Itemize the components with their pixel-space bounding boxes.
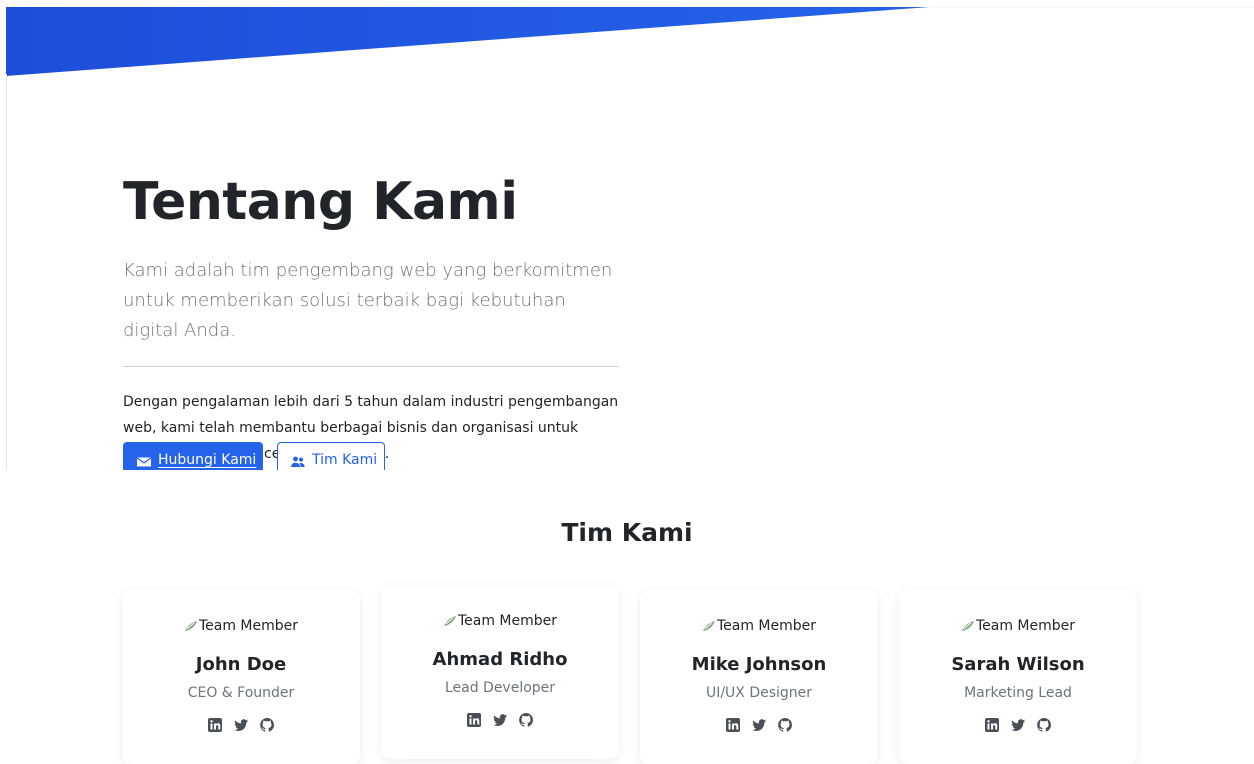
member-social-links [640, 717, 878, 733]
linkedin-icon[interactable] [984, 717, 1000, 733]
team-section-title: Tim Kami [561, 518, 693, 547]
linkedin-icon[interactable] [725, 717, 741, 733]
our-team-button[interactable]: Tim Kami [277, 442, 385, 470]
photo-alt-text: Team Member [975, 618, 1076, 634]
photo-alt-text: Team Member [457, 613, 558, 629]
member-name: Ahmad Ridho [432, 649, 568, 670]
twitter-icon[interactable] [751, 717, 767, 733]
broken-image-icon [443, 616, 456, 626]
team-member-photo: Team Member [961, 616, 1075, 636]
photo-alt-text: Team Member [716, 618, 817, 634]
hero-lead-text: Kami adalah tim pengembang web yang berk… [123, 260, 613, 341]
twitter-icon[interactable] [1010, 717, 1026, 733]
github-icon[interactable] [1036, 717, 1052, 733]
contact-us-label: Hubungi Kami [158, 452, 257, 468]
envelope-icon [136, 454, 152, 470]
hero-section: Tentang Kami Kami adalah tim pengembang … [0, 0, 1254, 470]
hero-left-border [6, 74, 7, 470]
hero-content: Tentang Kami Kami adalah tim pengembang … [123, 170, 643, 467]
member-role: Lead Developer [444, 680, 556, 696]
contact-us-button[interactable]: Hubungi Kami [123, 442, 263, 470]
member-role: CEO & Founder [187, 685, 295, 701]
team-card: Team Member Ahmad Ridho Lead Developer [381, 585, 619, 759]
twitter-icon[interactable] [233, 717, 249, 733]
member-role: UI/UX Designer [705, 685, 813, 701]
linkedin-icon[interactable] [466, 712, 482, 728]
team-card: Team Member Sarah Wilson Marketing Lead [899, 590, 1137, 764]
member-name: John Doe [195, 654, 287, 675]
team-member-photo: Team Member [443, 611, 557, 631]
people-icon [290, 454, 306, 470]
member-social-links [381, 712, 619, 728]
github-icon[interactable] [518, 712, 534, 728]
broken-image-icon [702, 621, 715, 631]
our-team-label: Tim Kami [312, 452, 378, 468]
github-icon[interactable] [777, 717, 793, 733]
broken-image-icon [961, 621, 974, 631]
member-social-links [899, 717, 1137, 733]
linkedin-icon[interactable] [207, 717, 223, 733]
github-icon[interactable] [259, 717, 275, 733]
hero-divider [123, 366, 619, 367]
member-name: Sarah Wilson [951, 654, 1085, 675]
team-member-photo: Team Member [702, 616, 816, 636]
member-role: Marketing Lead [964, 685, 1072, 701]
team-card: Team Member Mike Johnson UI/UX Designer [640, 590, 878, 764]
member-social-links [122, 717, 360, 733]
broken-image-icon [184, 621, 197, 631]
team-member-photo: Team Member [184, 616, 298, 636]
twitter-icon[interactable] [492, 712, 508, 728]
photo-alt-text: Team Member [198, 618, 299, 634]
page-title: Tentang Kami [123, 172, 518, 232]
member-name: Mike Johnson [691, 654, 827, 675]
team-card: Team Member John Doe CEO & Founder [122, 590, 360, 764]
hero-banner-shape [6, 6, 1254, 76]
